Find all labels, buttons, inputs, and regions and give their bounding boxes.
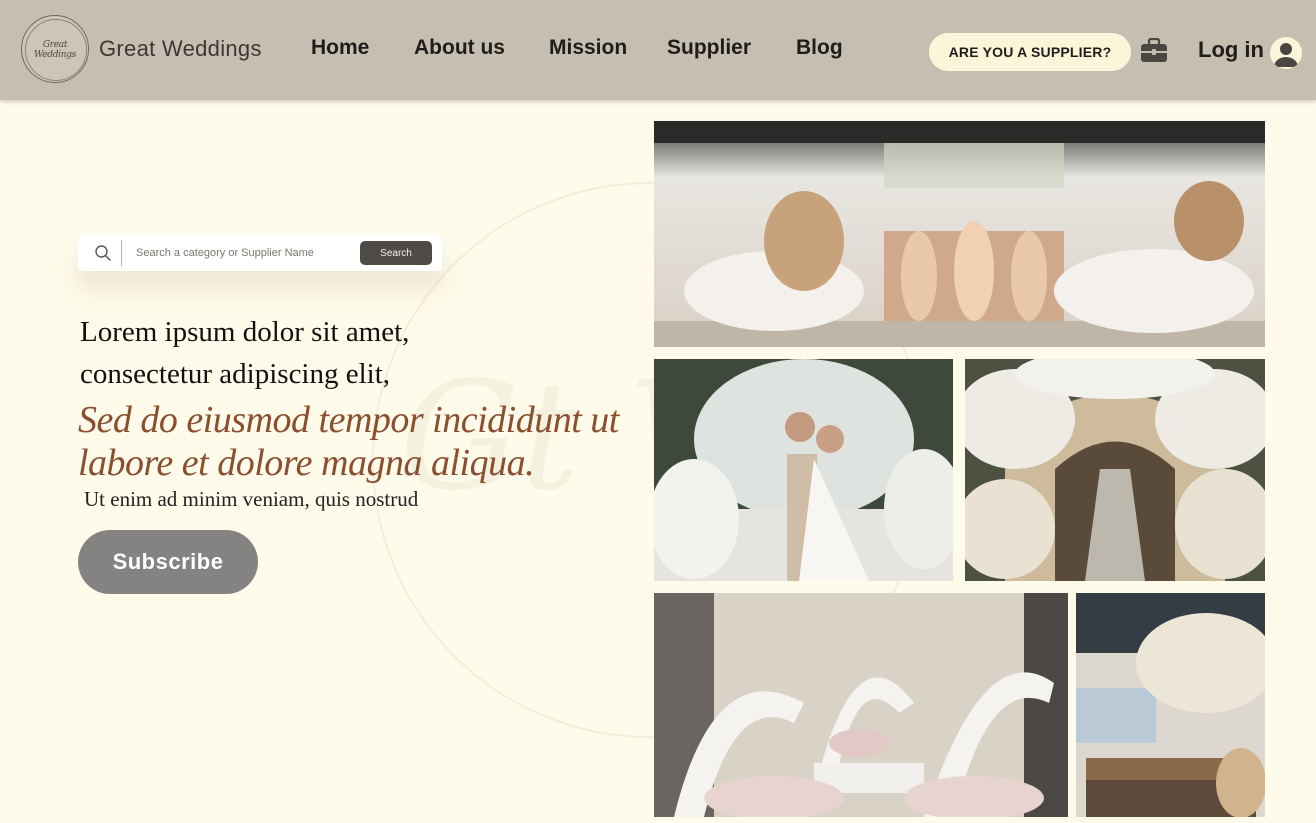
wedding-couple-photo [654, 359, 953, 581]
floral-aisle-arch-photo [965, 359, 1265, 581]
supplier-cta-button[interactable]: ARE YOU A SUPPLIER? [929, 33, 1131, 71]
briefcase-icon[interactable] [1140, 38, 1168, 64]
search-input[interactable] [136, 243, 356, 263]
logo[interactable]: Great Weddings [21, 15, 89, 83]
brand-name[interactable]: Great Weddings [99, 36, 262, 62]
hero-heading-line-1: Lorem ipsum dolor sit amet, [80, 316, 410, 348]
white-arches-reception-photo [654, 593, 1068, 817]
hero-accent-text: Sed do eiusmod tempor incididunt ut labo… [78, 399, 619, 485]
wedding-venue-stage-photo [654, 121, 1265, 347]
login-link[interactable]: Log in [1198, 37, 1264, 63]
search-button[interactable]: Search [360, 241, 432, 265]
nav-mission[interactable]: Mission [549, 36, 627, 60]
hero-accent-line-2: labore et dolore magna aliqua. [78, 442, 535, 484]
reception-tables-photo [1076, 593, 1265, 817]
nav-about-us[interactable]: About us [414, 36, 505, 60]
user-avatar-icon[interactable] [1270, 37, 1302, 69]
nav-home[interactable]: Home [311, 36, 369, 60]
hero-heading-line-2: consectetur adipiscing elit, [80, 358, 391, 390]
subscribe-button[interactable]: Subscribe [78, 530, 258, 594]
search-icon [95, 245, 111, 261]
hero-accent-line-1: Sed do eiusmod tempor incididunt ut [78, 399, 619, 441]
site-header: Great Weddings Great Weddings Home About… [0, 0, 1316, 100]
supplier-search-bar: Search [78, 235, 442, 271]
hero-subline: Ut enim ad minim veniam, quis nostrud [84, 487, 419, 511]
search-divider [121, 240, 122, 266]
logo-text: Great Weddings [33, 40, 77, 60]
nav-supplier[interactable]: Supplier [667, 36, 751, 60]
nav-blog[interactable]: Blog [796, 36, 843, 60]
